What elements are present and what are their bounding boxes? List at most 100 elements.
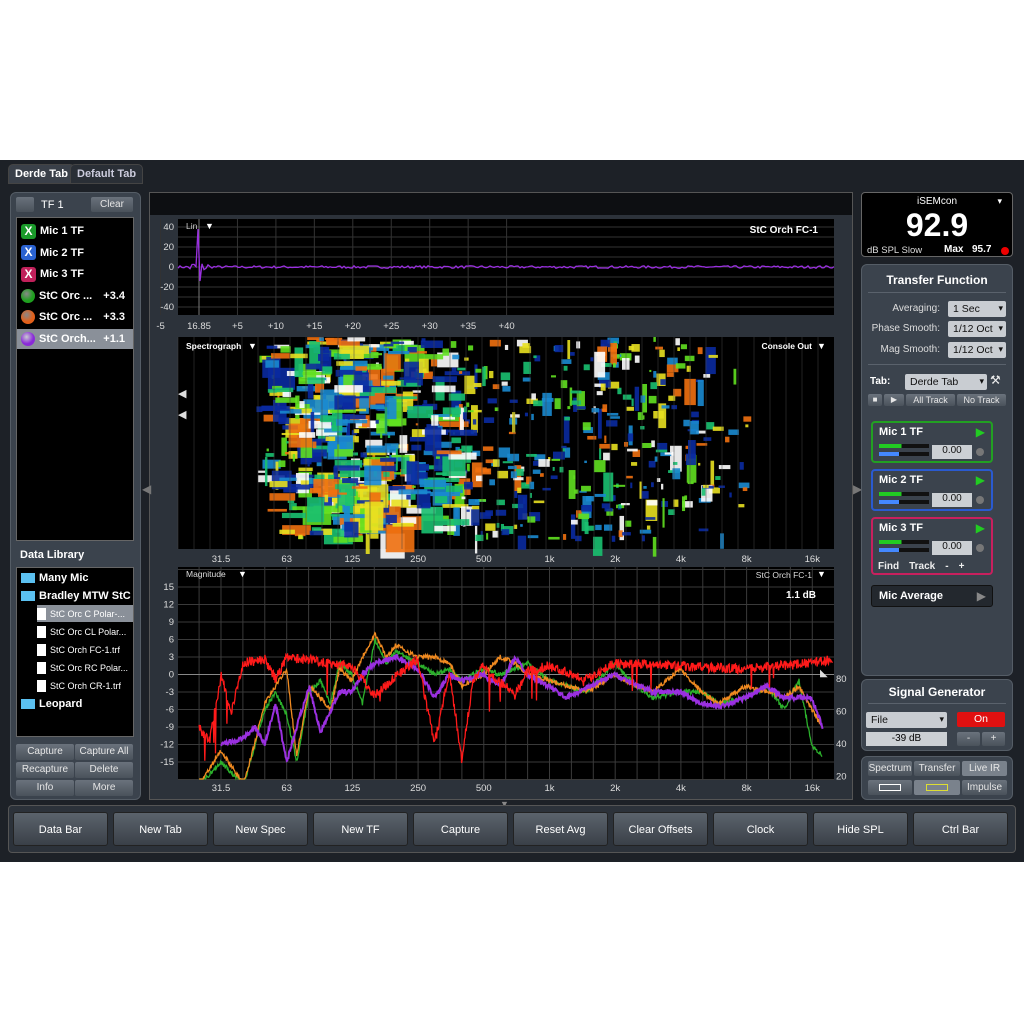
clear-offsets-button[interactable]: Clear Offsets bbox=[613, 812, 708, 846]
library-item[interactable]: Bradley MTW StC bbox=[21, 587, 133, 604]
library-item[interactable]: StC Orc CL Polar... bbox=[37, 623, 133, 640]
mic-average-button[interactable]: Mic Average ▶ bbox=[871, 585, 993, 607]
new-tab-button[interactable]: New Tab bbox=[113, 812, 208, 846]
play-icon[interactable]: ▶ bbox=[976, 425, 985, 439]
stop-button[interactable]: ■ bbox=[868, 394, 882, 406]
mic-delay-value[interactable]: 0.00 bbox=[932, 493, 972, 507]
play-icon[interactable]: ▶ bbox=[976, 521, 985, 535]
spectrograph-cell bbox=[466, 509, 470, 512]
new-spec-button[interactable]: New Spec bbox=[213, 812, 308, 846]
spectrograph-cell bbox=[471, 509, 480, 526]
library-item[interactable]: Leopard bbox=[21, 695, 133, 712]
spectrograph-cell bbox=[431, 415, 439, 426]
spl-mode[interactable]: dB SPL Slow bbox=[867, 245, 922, 256]
mic-name: Mic 2 TF bbox=[879, 474, 924, 486]
tools-icon[interactable]: ⚒ bbox=[990, 373, 1001, 387]
spectrograph-cell bbox=[424, 427, 442, 452]
impulse-button[interactable]: Impulse bbox=[962, 780, 1007, 795]
library-delete-button[interactable]: Delete bbox=[75, 762, 133, 778]
tf-list-item[interactable]: StC Orc ... +3.4 bbox=[21, 286, 133, 306]
spl-max-value: 95.7 bbox=[972, 244, 992, 255]
play-button[interactable]: ▶ bbox=[884, 394, 904, 406]
tab-derde[interactable]: Derde Tab bbox=[8, 164, 75, 184]
spectrograph-cell bbox=[563, 534, 567, 540]
siggen-source-select[interactable]: File bbox=[866, 712, 947, 728]
spectrograph-cell bbox=[677, 347, 680, 352]
clear-button[interactable]: Clear bbox=[91, 197, 133, 212]
spectrograph-cell bbox=[666, 372, 674, 377]
reset-avg-button[interactable]: Reset Avg bbox=[513, 812, 608, 846]
spectrograph-cell bbox=[383, 471, 390, 477]
collapse-left-icon[interactable]: ◀ bbox=[142, 482, 151, 496]
spectrograph-cell bbox=[581, 504, 593, 512]
x-tick-label: 125 bbox=[344, 554, 360, 565]
library-item[interactable]: StC Orch FC-1.trf bbox=[37, 641, 133, 658]
library-item[interactable]: StC Orch CR-1.trf bbox=[37, 677, 133, 694]
library-more-button[interactable]: More bbox=[75, 780, 133, 796]
tf-list-item[interactable]: X Mic 1 TF bbox=[21, 221, 133, 241]
tab-default[interactable]: Default Tab bbox=[70, 164, 144, 184]
split-view-button[interactable] bbox=[914, 780, 960, 795]
mic3-track-button[interactable]: Track bbox=[909, 561, 935, 572]
mic3-plus-button[interactable]: + bbox=[959, 561, 965, 572]
library-info-button[interactable]: Info bbox=[16, 780, 74, 796]
transfer-button[interactable]: Transfer bbox=[914, 761, 960, 776]
no-track-button[interactable]: No Track bbox=[957, 394, 1006, 406]
live-ir-button[interactable]: Live IR bbox=[962, 761, 1007, 776]
spectrograph-cell bbox=[409, 455, 416, 462]
spectrograph-cell bbox=[648, 460, 656, 468]
tab-select[interactable]: Derde Tab bbox=[905, 374, 987, 390]
tf-list-item[interactable]: X Mic 2 TF bbox=[21, 243, 133, 263]
tf-list[interactable]: X Mic 1 TF X Mic 2 TF X Mic 3 TF StC Orc… bbox=[16, 217, 134, 541]
tf-list-item[interactable]: StC Orch... +1.1 bbox=[17, 328, 133, 349]
mic-2-tf-card[interactable]: Mic 2 TF ▶ 0.00 bbox=[871, 469, 993, 511]
mic-delay-value[interactable]: 0.00 bbox=[932, 445, 972, 459]
spectrograph-cell bbox=[527, 516, 536, 523]
tf-list-item[interactable]: X Mic 3 TF bbox=[21, 264, 133, 284]
spectrograph-cell bbox=[539, 473, 544, 477]
spectrograph-plot[interactable]: Spectrograph ▼ Console Out ▼ ◀ ◀ 31.5 63 125 250 5… bbox=[150, 337, 852, 567]
data-library-list[interactable]: Many Mic Bradley MTW StC StC Orc C Polar… bbox=[16, 567, 134, 737]
single-view-button[interactable] bbox=[868, 780, 912, 795]
spectrograph-cell bbox=[681, 496, 686, 512]
impulse-plot[interactable]: 40200-20-40-40-35-30-25-20-15-10-516.85+… bbox=[150, 215, 852, 337]
spectrograph-cell bbox=[594, 493, 606, 497]
mic3-minus-button[interactable]: - bbox=[945, 561, 948, 572]
library-item[interactable]: Many Mic bbox=[21, 569, 133, 586]
clock-button[interactable]: Clock bbox=[713, 812, 808, 846]
data-bar-button[interactable]: Data Bar bbox=[13, 812, 108, 846]
spectrograph-cell bbox=[584, 460, 587, 464]
siggen-level[interactable]: -39 dB bbox=[866, 732, 947, 746]
library-item[interactable]: StC Orc RC Polar... bbox=[37, 659, 133, 676]
spectrograph-cell bbox=[344, 521, 359, 538]
mic-1-tf-card[interactable]: Mic 1 TF ▶ 0.00 bbox=[871, 421, 993, 463]
chevron-down-icon[interactable]: ▾ bbox=[997, 196, 1002, 207]
library-item[interactable]: StC Orc C Polar-... bbox=[37, 605, 133, 622]
averaging-select[interactable]: 1 Sec bbox=[948, 301, 1006, 317]
spectrograph-cell bbox=[353, 429, 360, 434]
new-tf-button[interactable]: New TF bbox=[313, 812, 408, 846]
library-capture-all-button[interactable]: Capture All bbox=[75, 744, 133, 760]
mic3-find-button[interactable]: Find bbox=[878, 561, 899, 572]
play-icon[interactable]: ▶ bbox=[976, 473, 985, 487]
x-tick-label: 2k bbox=[610, 554, 620, 565]
level-minus-button[interactable]: - bbox=[957, 732, 980, 746]
phase-smooth-select[interactable]: 1/12 Oct bbox=[948, 321, 1006, 337]
spectrograph-cell bbox=[520, 524, 523, 527]
all-track-button[interactable]: All Track bbox=[906, 394, 955, 406]
spectrum-button[interactable]: Spectrum bbox=[868, 761, 912, 776]
spl-meter[interactable]: iSEMcon ▾ 92.9 dB SPL Slow Max 95.7 bbox=[861, 192, 1013, 257]
capture-button[interactable]: Capture bbox=[413, 812, 508, 846]
mag-smooth-select[interactable]: 1/12 Oct bbox=[948, 342, 1006, 358]
level-plus-button[interactable]: + bbox=[982, 732, 1005, 746]
spectrograph-cell bbox=[360, 452, 367, 458]
mic-delay-value[interactable]: 0.00 bbox=[932, 541, 972, 555]
magnitude-plot[interactable]: 15129630-3-6-9-12-158060402031.5 63 125 250… bbox=[150, 567, 852, 799]
library-recapture-button[interactable]: Recapture bbox=[16, 762, 74, 778]
tf-toggle-button[interactable] bbox=[16, 197, 34, 212]
tf-list-item[interactable]: StC Orc ... +3.3 bbox=[21, 307, 133, 327]
library-capture-button[interactable]: Capture bbox=[16, 744, 74, 760]
hide-spl-button[interactable]: Hide SPL bbox=[813, 812, 908, 846]
ctrl-bar-button[interactable]: Ctrl Bar bbox=[913, 812, 1008, 846]
siggen-on-button[interactable]: On bbox=[957, 712, 1005, 727]
